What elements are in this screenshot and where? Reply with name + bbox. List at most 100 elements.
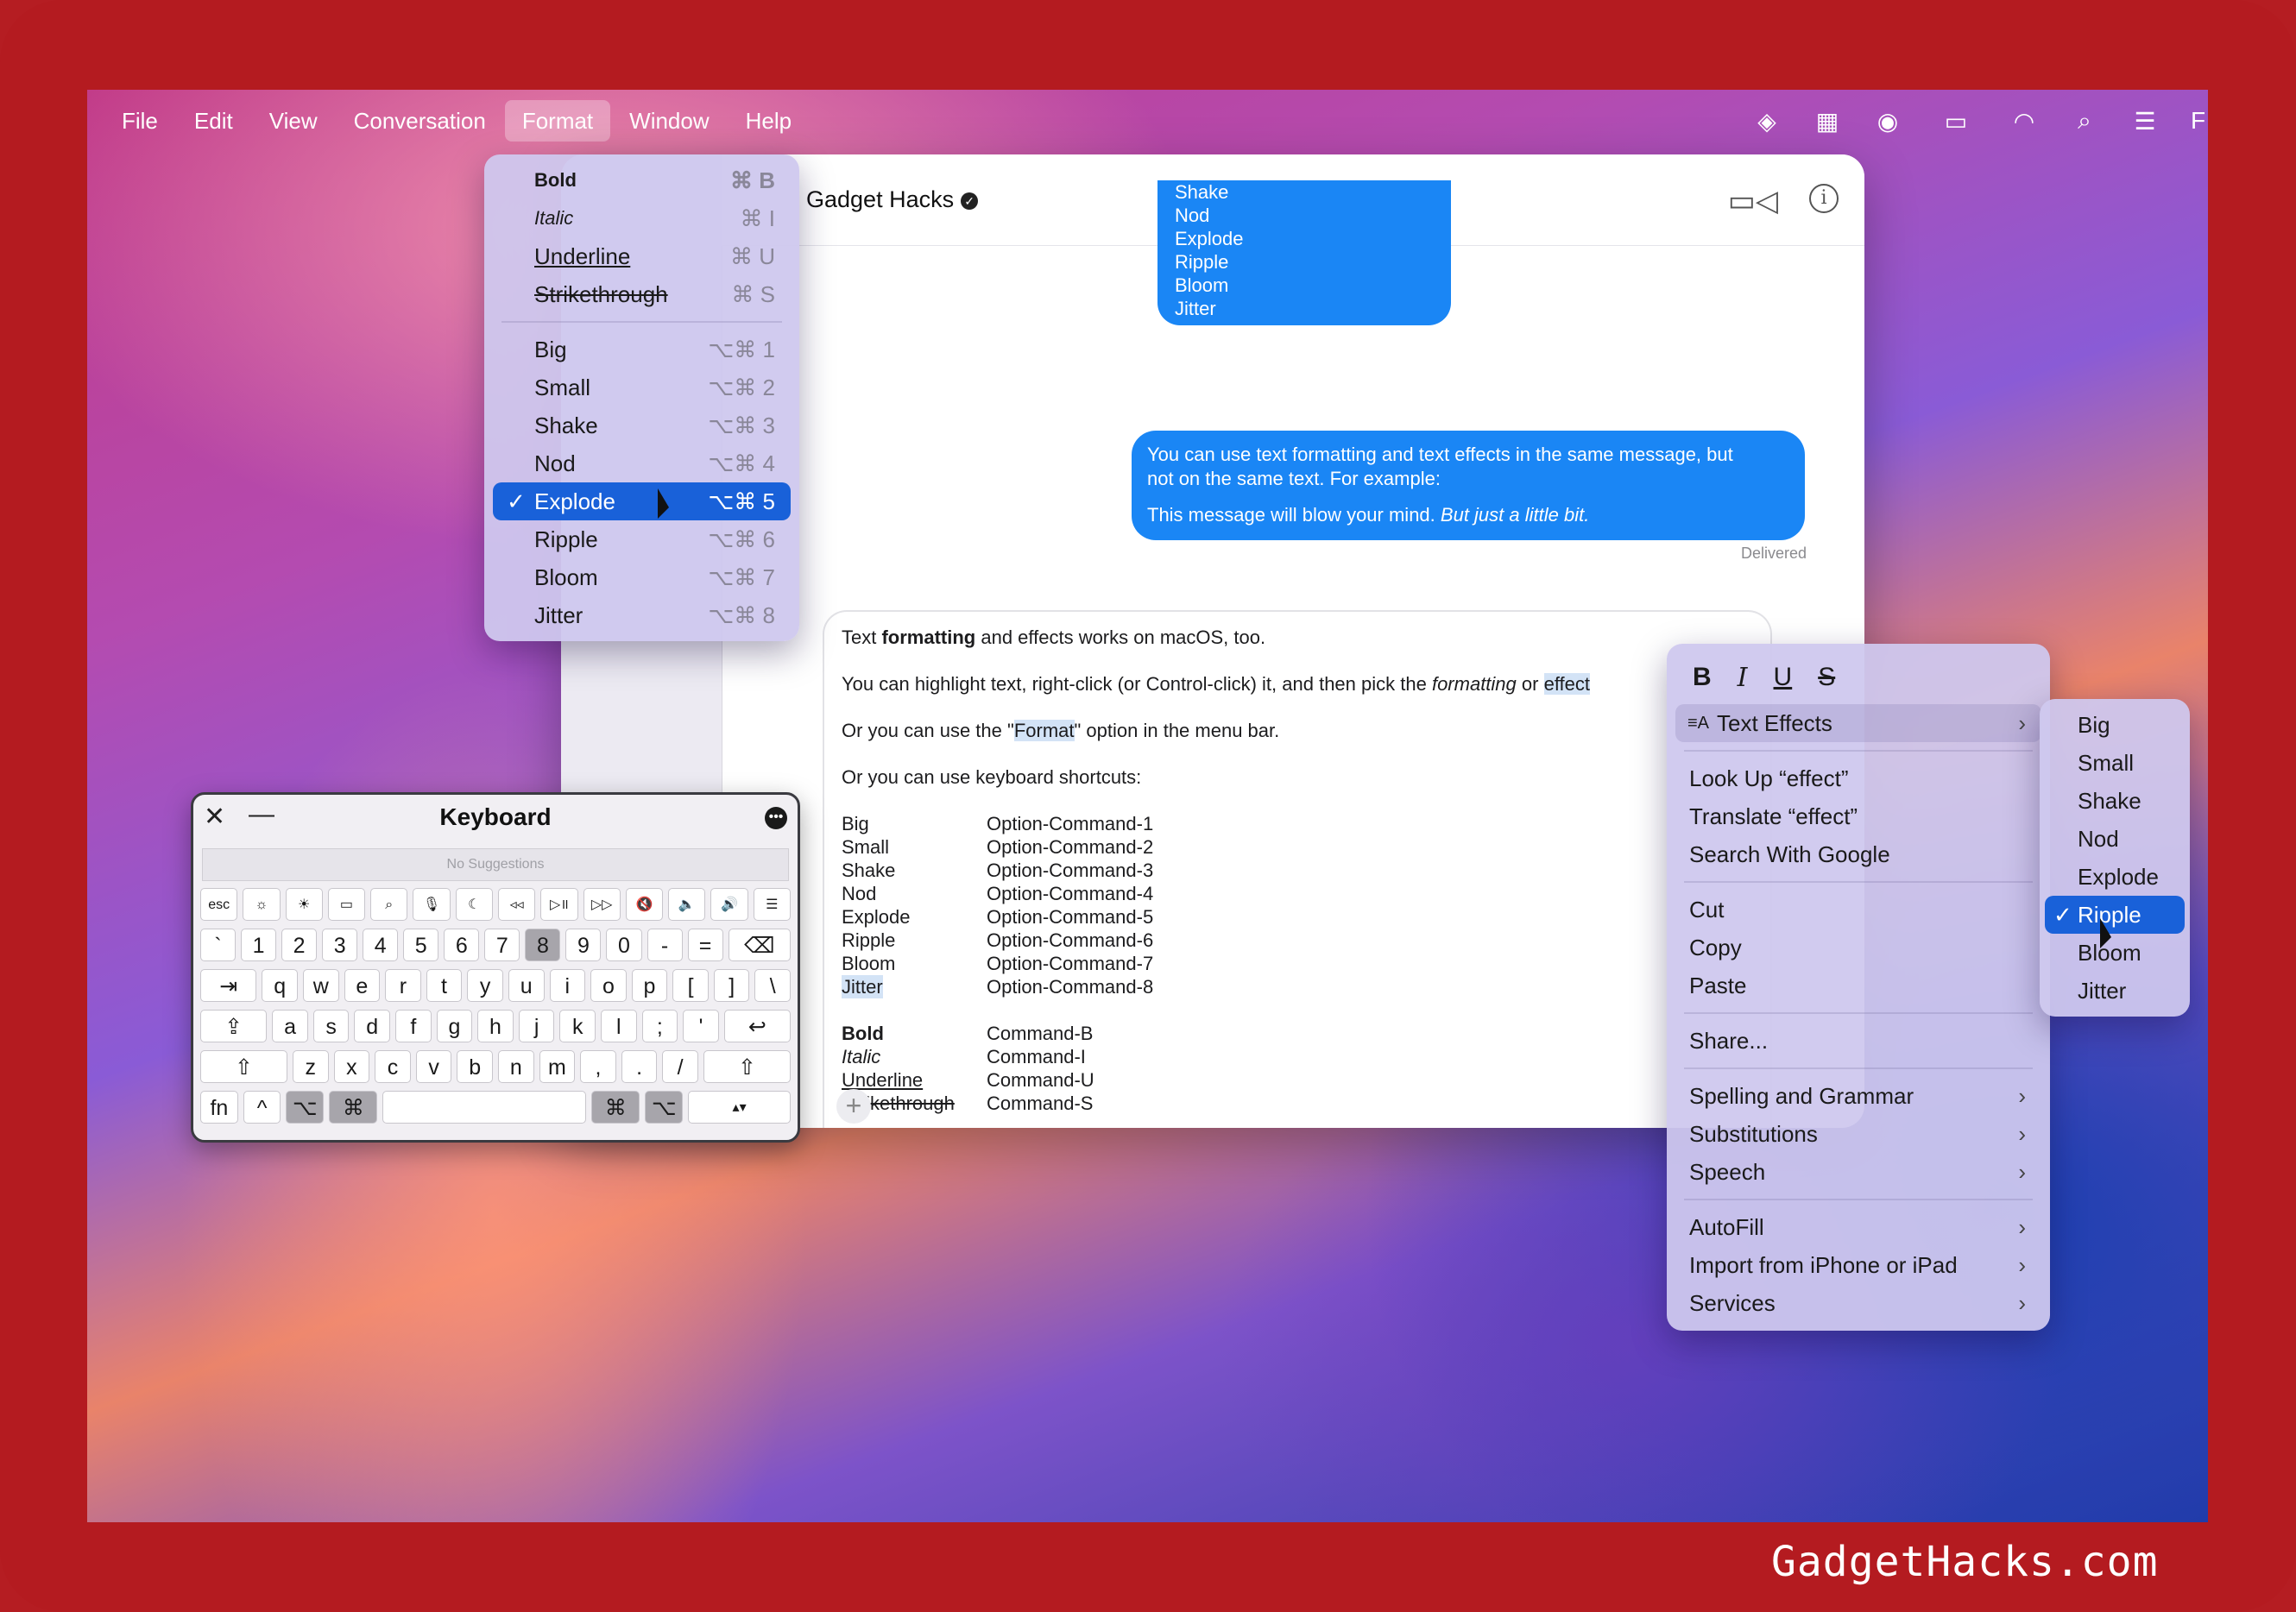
highlighted-format-text[interactable]: Format xyxy=(1013,720,1075,741)
key[interactable]: 5 xyxy=(403,929,439,961)
key[interactable]: ⇪ xyxy=(200,1010,268,1042)
key[interactable]: a xyxy=(272,1010,308,1042)
format-menu-explode[interactable]: ✓ Explode ⌥⌘ 5 xyxy=(493,482,791,520)
key[interactable]: 3 xyxy=(322,929,358,961)
key[interactable]: \ xyxy=(754,969,792,1002)
key[interactable]: l xyxy=(600,1010,637,1042)
key[interactable]: m xyxy=(539,1050,576,1083)
wifi-icon[interactable]: ◠ xyxy=(2009,107,2039,135)
key[interactable]: fn xyxy=(200,1091,238,1124)
key[interactable]: ⇥ xyxy=(200,969,257,1002)
key[interactable]: g xyxy=(436,1010,473,1042)
key[interactable]: ' xyxy=(683,1010,719,1042)
menu-window[interactable]: Window xyxy=(612,100,726,142)
key[interactable]: 6 xyxy=(444,929,480,961)
control-center-icon[interactable]: ☰ xyxy=(2130,107,2160,135)
context-paste[interactable]: Paste xyxy=(1675,967,2041,1004)
context-search-google[interactable]: Search With Google xyxy=(1675,835,2041,873)
menu-view[interactable]: View xyxy=(252,100,335,142)
key[interactable]: h xyxy=(477,1010,514,1042)
key[interactable]: ☼ xyxy=(243,888,281,921)
key[interactable]: ` xyxy=(200,929,237,961)
context-translate[interactable]: Translate “effect” xyxy=(1675,797,2041,835)
submenu-nod[interactable]: Nod xyxy=(2045,820,2185,858)
key[interactable]: o xyxy=(590,969,627,1002)
key[interactable]: ▭ xyxy=(327,888,366,921)
key[interactable]: 4 xyxy=(363,929,399,961)
context-services[interactable]: Services › xyxy=(1675,1284,2041,1322)
submenu-ripple[interactable]: ✓ Ripple xyxy=(2045,896,2185,934)
format-menu-nod[interactable]: Nod ⌥⌘ 4 xyxy=(493,444,791,482)
key[interactable]: q xyxy=(262,969,298,1002)
format-menu-ripple[interactable]: Ripple ⌥⌘ 6 xyxy=(493,520,791,558)
key[interactable]: ▷॥ xyxy=(540,888,578,921)
menu-conversation[interactable]: Conversation xyxy=(337,100,503,142)
key[interactable]: / xyxy=(662,1050,698,1083)
submenu-small[interactable]: Small xyxy=(2045,744,2185,782)
key[interactable]: ◃◃ xyxy=(497,888,536,921)
key[interactable]: d xyxy=(354,1010,391,1042)
key[interactable]: [ xyxy=(672,969,709,1002)
key[interactable]: n xyxy=(497,1050,534,1083)
bold-button[interactable]: B xyxy=(1693,663,1712,692)
key[interactable]: 2 xyxy=(281,929,318,961)
info-icon[interactable]: i xyxy=(1809,184,1839,213)
key-pressed[interactable]: ⌘ xyxy=(591,1091,640,1124)
highlighted-effect-text[interactable]: effect xyxy=(1543,673,1590,695)
key[interactable]: 0 xyxy=(606,929,642,961)
context-share[interactable]: Share... xyxy=(1675,1022,2041,1060)
key[interactable]: p xyxy=(631,969,668,1002)
key[interactable]: r xyxy=(385,969,421,1002)
italic-button[interactable]: I xyxy=(1738,663,1748,693)
context-substitutions[interactable]: Substitutions › xyxy=(1675,1115,2041,1153)
key[interactable]: t xyxy=(426,969,463,1002)
key[interactable]: s xyxy=(312,1010,350,1042)
format-menu-shake[interactable]: Shake ⌥⌘ 3 xyxy=(493,406,791,444)
key-pressed[interactable]: ⌥ xyxy=(645,1091,684,1124)
key-pressed[interactable]: ⌘ xyxy=(329,1091,378,1124)
key[interactable]: ▷▷ xyxy=(583,888,621,921)
key[interactable]: ☾ xyxy=(455,888,493,921)
key[interactable]: 🔇 xyxy=(625,888,664,921)
key-pressed[interactable]: 8 xyxy=(525,929,561,961)
key[interactable]: c xyxy=(375,1050,411,1083)
underline-button[interactable]: U xyxy=(1774,663,1793,692)
key[interactable]: ^ xyxy=(243,1091,281,1124)
video-call-icon[interactable]: ▭◁ xyxy=(1728,184,1778,218)
add-attachment-button[interactable]: + xyxy=(836,1089,871,1124)
context-copy[interactable]: Copy xyxy=(1675,929,2041,967)
submenu-explode[interactable]: Explode xyxy=(2045,858,2185,896)
key[interactable]: . xyxy=(621,1050,658,1083)
submenu-jitter[interactable]: Jitter xyxy=(2045,972,2185,1010)
key[interactable]: ⌫ xyxy=(728,929,791,961)
key[interactable]: ⇧ xyxy=(703,1050,791,1083)
strikethrough-button[interactable]: S xyxy=(1818,663,1835,692)
key[interactable]: ⌕ xyxy=(370,888,408,921)
context-speech[interactable]: Speech › xyxy=(1675,1153,2041,1191)
key[interactable]: y xyxy=(467,969,503,1002)
key[interactable]: z xyxy=(293,1050,329,1083)
submenu-shake[interactable]: Shake xyxy=(2045,782,2185,820)
format-menu-big[interactable]: Big ⌥⌘ 1 xyxy=(493,331,791,368)
key[interactable]: x xyxy=(333,1050,370,1083)
menu-format[interactable]: Format xyxy=(504,100,611,142)
context-import-iphone[interactable]: Import from iPhone or iPad › xyxy=(1675,1246,2041,1284)
contact-name[interactable]: Gadget Hacks ✓ xyxy=(806,186,979,213)
context-spelling-grammar[interactable]: Spelling and Grammar › xyxy=(1675,1077,2041,1115)
format-menu-small[interactable]: Small ⌥⌘ 2 xyxy=(493,368,791,406)
key[interactable]: ⇧ xyxy=(200,1050,287,1083)
search-icon[interactable]: ⌕ xyxy=(2070,107,2099,135)
key[interactable]: ☰ xyxy=(753,888,791,921)
layers-icon[interactable]: ◈ xyxy=(1752,107,1782,135)
key[interactable]: u xyxy=(508,969,545,1002)
battery-icon[interactable]: ▭ xyxy=(1933,107,1978,135)
key[interactable]: k xyxy=(559,1010,596,1042)
menu-file[interactable]: File xyxy=(104,100,175,142)
submenu-big[interactable]: Big xyxy=(2045,706,2185,744)
submenu-bloom[interactable]: Bloom xyxy=(2045,934,2185,972)
format-menu-jitter[interactable]: Jitter ⌥⌘ 8 xyxy=(493,596,791,634)
context-text-effects[interactable]: ≡A Text Effects › xyxy=(1675,704,2041,742)
key[interactable]: w xyxy=(302,969,339,1002)
key[interactable]: 🔊 xyxy=(710,888,748,921)
key[interactable]: ☀ xyxy=(285,888,323,921)
